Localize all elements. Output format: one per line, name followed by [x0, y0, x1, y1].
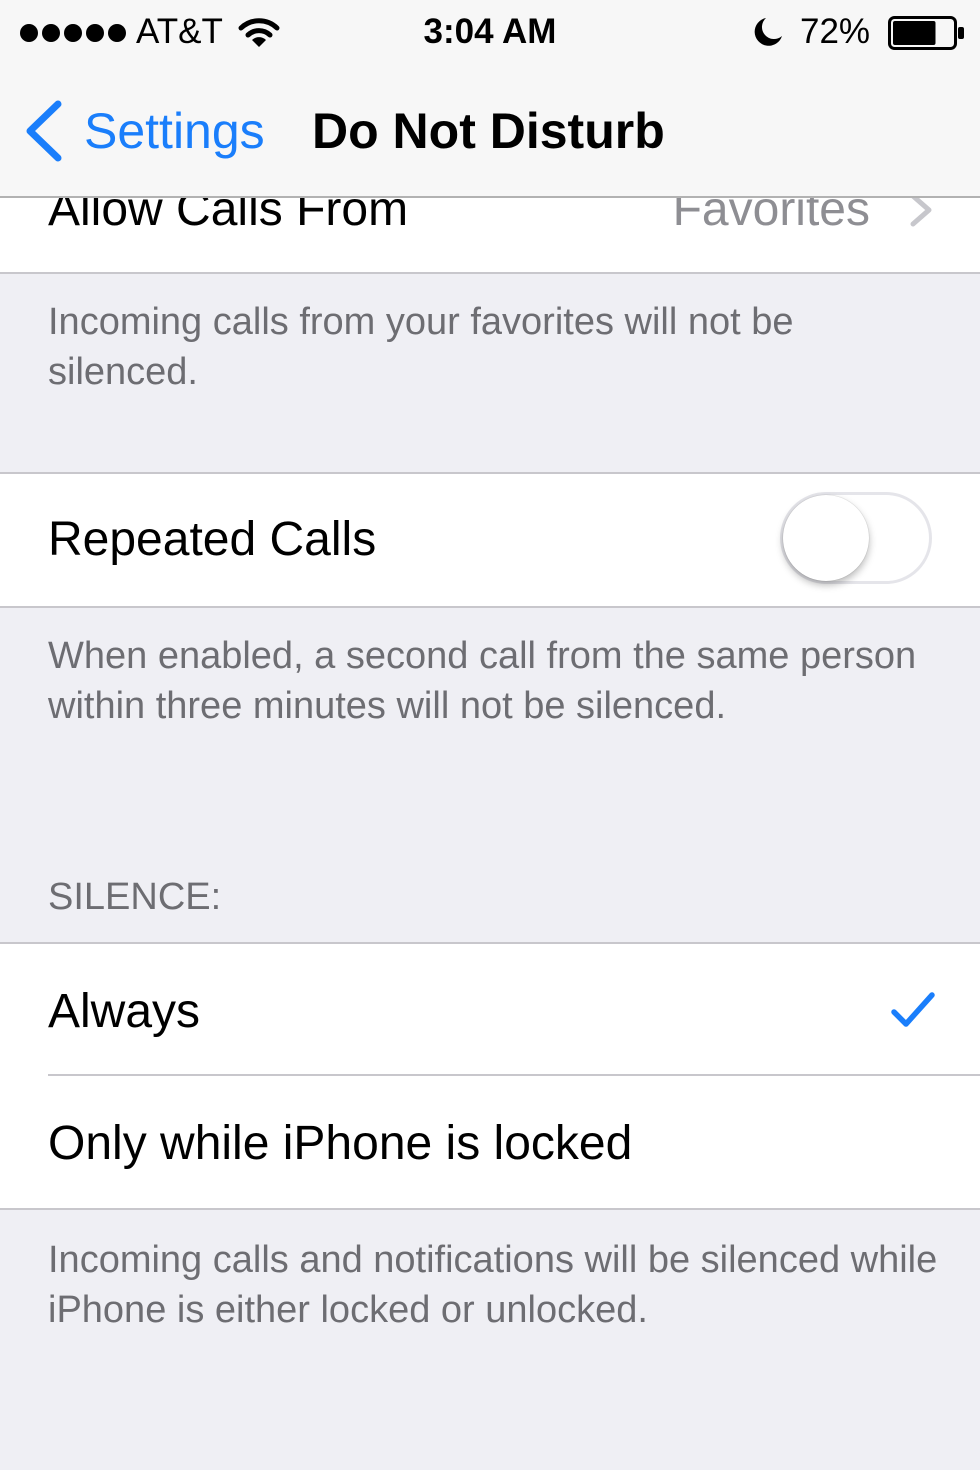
silence-footer: Incoming calls and notifications will be… [48, 1239, 938, 1331]
silence-option-label: Always [48, 985, 201, 1038]
moon-icon [754, 18, 782, 46]
silence-option-always[interactable]: Always [0, 942, 980, 1076]
repeated-calls-label: Repeated Calls [48, 513, 377, 566]
repeated-calls-row: Repeated Calls [0, 472, 980, 608]
back-button-label: Settings [84, 103, 265, 159]
toggle-knob [783, 495, 869, 581]
silence-section-header: SILENCE: [48, 876, 222, 918]
silence-option-label: Only while iPhone is locked [48, 1117, 633, 1170]
back-button[interactable]: Settings [22, 98, 265, 164]
silence-option-locked[interactable]: Only while iPhone is locked [0, 1076, 980, 1210]
navigation-bar: Settings Do Not Disturb [0, 68, 980, 198]
checkmark-icon [891, 992, 935, 1027]
battery-icon [888, 16, 964, 50]
status-bar: AT&T 3:04 AM 72% [0, 0, 980, 68]
repeated-calls-toggle[interactable] [780, 492, 932, 584]
allow-calls-footer: Incoming calls from your favorites will … [48, 301, 794, 393]
chevron-left-icon [26, 100, 62, 162]
battery-percent: 72% [800, 12, 871, 51]
page-title: Do Not Disturb [312, 103, 665, 159]
repeated-calls-footer: When enabled, a second call from the sam… [48, 635, 917, 727]
